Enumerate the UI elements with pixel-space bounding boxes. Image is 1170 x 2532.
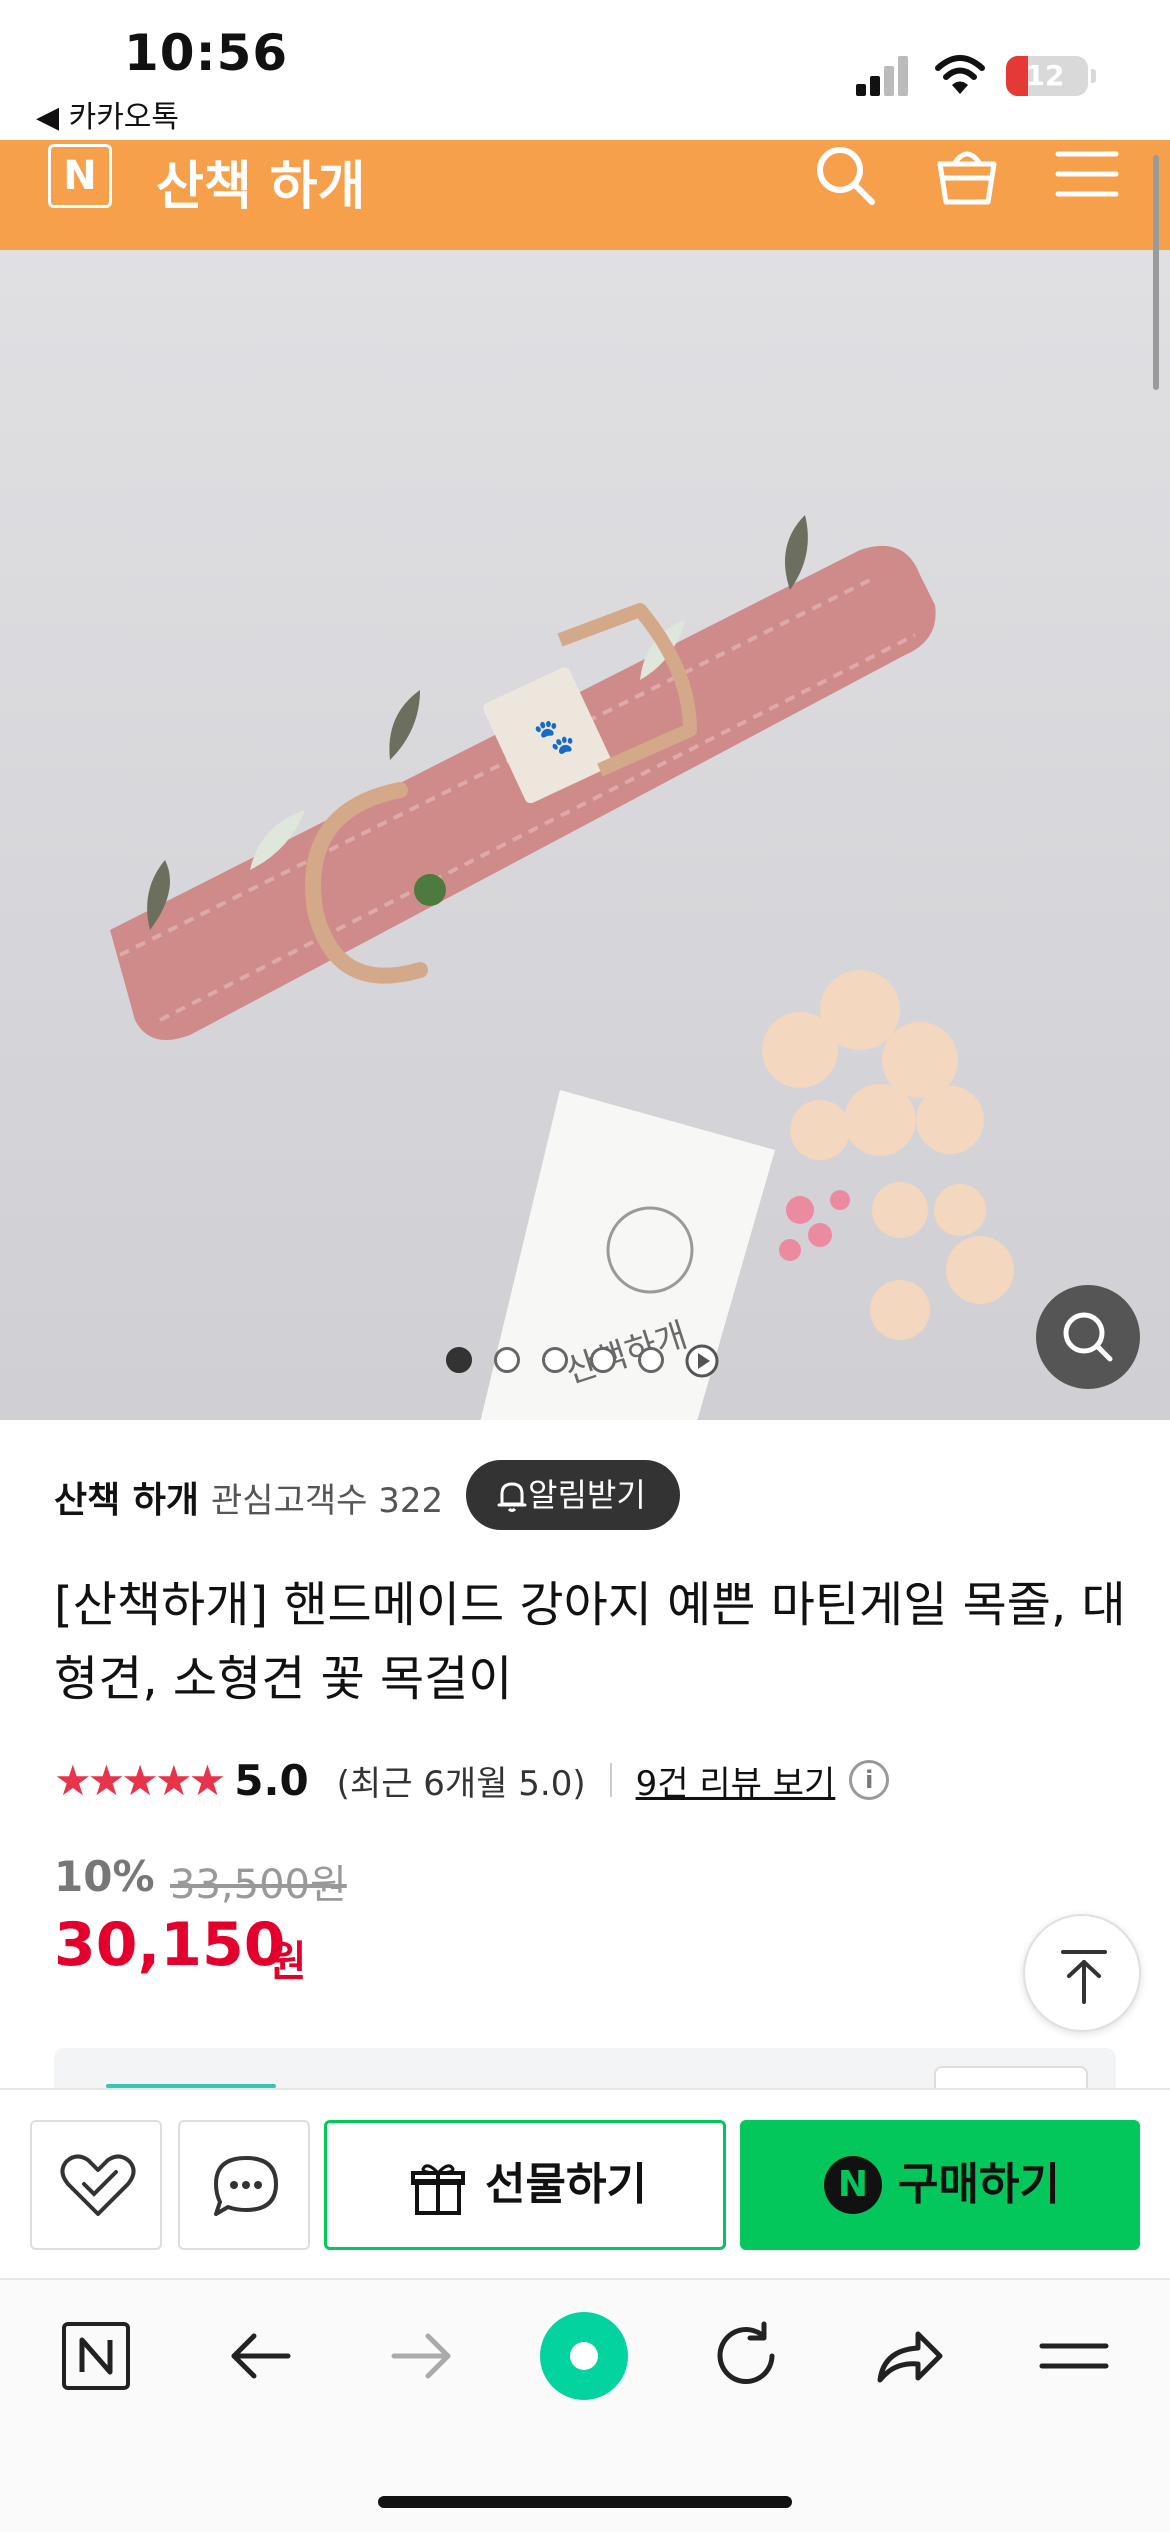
info-icon[interactable]: i <box>849 1760 890 1800</box>
bell-icon <box>497 1482 527 1512</box>
naver-pay-icon: N <box>824 2156 882 2214</box>
review-link[interactable]: 9건 리뷰 보기 <box>636 1756 836 1805</box>
wifi-icon <box>935 55 985 94</box>
subscribe-alarm-button[interactable]: 알림받기 <box>466 1460 680 1530</box>
menu-icon[interactable] <box>1052 140 1122 210</box>
carousel-dot[interactable] <box>494 1347 520 1373</box>
heart-check-icon <box>60 2154 136 2216</box>
status-bar: 10:56 ◀ 카카오톡 12 <box>0 0 1170 140</box>
store-header: 산책 하개 <box>0 140 1170 250</box>
home-indicator[interactable] <box>378 2496 792 2508</box>
cellular-signal-icon <box>856 56 912 96</box>
rating-stars: ★★★★★ <box>54 1755 226 1805</box>
store-info: 산책 하개 관심고객수 322 <box>54 1462 443 1532</box>
carousel-dot[interactable] <box>446 1347 472 1373</box>
back-to-app-link[interactable]: ◀ 카카오톡 <box>36 92 179 136</box>
naver-home-icon[interactable] <box>56 2316 136 2396</box>
follower-count: 관심고객수 322 <box>211 1480 444 1521</box>
green-dot-icon[interactable] <box>538 2310 630 2402</box>
currency-unit: 원 <box>268 1937 307 1986</box>
original-price: 33,500원 <box>170 1862 347 1908</box>
alarm-label: 알림받기 <box>528 1476 646 1514</box>
gift-button-label: 선물하기 <box>485 2159 647 2210</box>
battery-icon: 12 <box>1006 56 1096 96</box>
browser-toolbar <box>0 2278 1170 2532</box>
talk-talk-chat-button[interactable] <box>178 2120 310 2250</box>
magnifier-icon <box>1063 1312 1113 1362</box>
status-time: 10:56 <box>124 24 289 82</box>
carousel-dot[interactable] <box>590 1347 616 1373</box>
product-title: [산책하개] 핸드메이드 강아지 예쁜 마틴게일 목줄, 대형견, 소형견 꽃 … <box>54 1577 1126 1707</box>
divider <box>609 1763 612 1797</box>
svg-text:🐾: 🐾 <box>533 717 575 757</box>
gift-icon <box>411 2164 465 2215</box>
back-arrow-icon[interactable] <box>220 2316 300 2396</box>
scroll-to-top-button[interactable] <box>1023 1914 1141 2032</box>
recent-rating: (최근 6개월 5.0) <box>336 1763 586 1804</box>
chat-bubble-icon <box>214 2156 278 2216</box>
wishlist-button[interactable] <box>30 2120 162 2250</box>
benefit-panel <box>54 2048 1116 2088</box>
rating-row: ★★★★★ 5.0 (최근 6개월 5.0) 9건 리뷰 보기 i <box>54 1750 890 1810</box>
buy-button-label: 구매하기 <box>898 2159 1060 2210</box>
battery-level: 12 <box>1025 59 1065 92</box>
gift-button[interactable]: 선물하기 <box>324 2120 726 2250</box>
more-menu-icon[interactable] <box>1034 2316 1114 2396</box>
share-icon[interactable] <box>868 2316 948 2396</box>
carousel-dot[interactable] <box>638 1347 664 1373</box>
store-name[interactable]: 산책 하개 <box>54 1471 199 1523</box>
play-video-icon[interactable] <box>684 1343 720 1379</box>
carousel-dot[interactable] <box>542 1347 568 1373</box>
rating-score: 5.0 <box>234 1755 309 1805</box>
product-image[interactable]: 🐾 산책하개 <box>0 250 1170 1420</box>
refresh-icon[interactable] <box>706 2316 786 2396</box>
store-header-title[interactable]: 산책 하개 <box>156 144 365 219</box>
purchase-action-bar: 선물하기 N 구매하기 <box>0 2088 1170 2278</box>
forward-arrow-icon[interactable] <box>382 2316 462 2396</box>
arrow-up-icon <box>1061 1950 1107 2004</box>
shopping-basket-icon[interactable] <box>932 140 1002 210</box>
product-photo-illustration: 🐾 산책하개 <box>110 515 1014 1420</box>
naver-logo[interactable]: N <box>48 144 112 208</box>
discount-rate: 10% <box>54 1852 155 1901</box>
search-icon[interactable] <box>810 140 880 210</box>
page-scrollbar[interactable] <box>1153 155 1159 390</box>
sale-price: 30,150 <box>54 1910 286 1980</box>
zoom-image-button[interactable] <box>1036 1285 1140 1389</box>
buy-button[interactable]: N 구매하기 <box>740 2120 1140 2250</box>
